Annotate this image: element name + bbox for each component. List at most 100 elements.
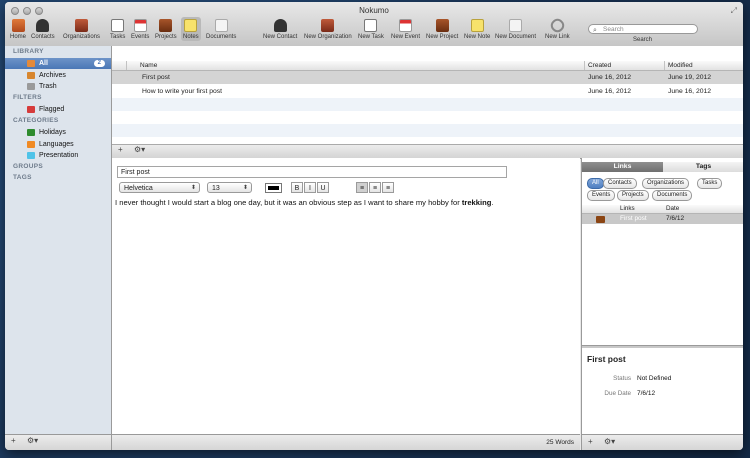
toolbar-label: New Note — [464, 34, 491, 40]
new-contact-icon — [273, 19, 287, 32]
due-date-value[interactable]: 7/6/12 — [637, 390, 655, 397]
add-link-icon[interactable]: + — [588, 437, 593, 446]
tags-heading[interactable]: TAGS — [13, 174, 32, 181]
trash-icon — [27, 83, 35, 90]
fullscreen-icon[interactable]: ⤢ — [731, 6, 737, 16]
note-created: June 16, 2012 — [588, 88, 632, 95]
empty-row — [112, 111, 743, 124]
new-note-icon — [470, 19, 484, 32]
toolbar-documents-button[interactable]: Documents — [206, 19, 236, 40]
link-date: 7/6/12 — [666, 215, 685, 222]
note-name: First post — [142, 74, 170, 81]
filter-projects[interactable]: Projects — [617, 190, 649, 201]
tab-tags[interactable]: Tags — [663, 162, 743, 172]
home-icon — [11, 19, 25, 32]
column-created[interactable]: Created — [588, 62, 611, 69]
toolbar-home-button[interactable]: Home — [10, 19, 26, 40]
filter-documents[interactable]: Documents — [652, 190, 693, 201]
categories-heading: CATEGORIES — [13, 117, 59, 124]
toolbar-tasks-button[interactable]: Tasks — [110, 19, 125, 40]
due-date-label: Due Date — [604, 390, 631, 397]
new-event-icon — [399, 19, 412, 32]
note-modified: June 16, 2012 — [668, 88, 712, 95]
sidebar-item-label: Presentation — [39, 152, 79, 159]
new-organization-icon — [321, 19, 335, 32]
all-notes-icon — [27, 60, 35, 67]
align-left-button[interactable]: ≡ — [356, 182, 368, 193]
status-value[interactable]: Not Defined — [637, 375, 671, 382]
filter-events[interactable]: Events — [587, 190, 616, 201]
filter-organizations[interactable]: Organizations — [642, 178, 690, 189]
toolbar-projects-button[interactable]: Projects — [155, 19, 177, 40]
app-window: Nokumo ⤢ Home Contacts Organizations Tas… — [5, 2, 743, 450]
links-table-header: Links Date — [582, 205, 743, 214]
note-title-field[interactable]: First post — [117, 166, 507, 178]
table-row[interactable]: First post June 16, 2012 June 19, 2012 — [112, 71, 743, 84]
sidebar-item-all[interactable]: All 2 — [5, 58, 111, 69]
gear-icon[interactable]: ⚙▾ — [604, 437, 615, 446]
sidebar-item-presentation[interactable]: Presentation — [5, 150, 111, 161]
tab-links[interactable]: Links — [582, 162, 663, 172]
underline-button[interactable]: U — [317, 182, 329, 193]
filter-tasks[interactable]: Tasks — [697, 178, 723, 189]
sidebar-item-archives[interactable]: Archives — [5, 70, 111, 81]
toolbar-organizations-button[interactable]: Organizations — [63, 19, 100, 40]
toolbar: Nokumo ⤢ Home Contacts Organizations Tas… — [5, 2, 743, 47]
toolbar-new-project-button[interactable]: New Project — [426, 19, 458, 40]
search-input[interactable]: ⌕ Search — [588, 24, 698, 34]
align-center-icon: ≡ — [372, 185, 378, 192]
note-body[interactable]: I never thought I would start a blog one… — [115, 198, 575, 207]
column-date[interactable]: Date — [666, 205, 679, 212]
inspector-panel: Links Tags All Contacts Organizations Ta… — [581, 158, 743, 434]
column-links[interactable]: Links — [620, 205, 635, 212]
italic-button[interactable]: I — [304, 182, 316, 193]
status-label: Status — [613, 375, 631, 382]
align-center-button[interactable]: ≡ — [369, 182, 381, 193]
add-icon[interactable]: + — [11, 436, 16, 445]
notes-list-footer: + ⚙▾ — [112, 144, 743, 159]
sidebar-item-flagged[interactable]: Flagged — [5, 104, 111, 115]
align-right-button[interactable]: ≡ — [382, 182, 394, 193]
tasks-icon — [111, 19, 125, 32]
sidebar-item-trash[interactable]: Trash — [5, 81, 111, 92]
column-modified[interactable]: Modified — [668, 62, 693, 69]
toolbar-new-note-button[interactable]: New Note — [464, 19, 490, 40]
font-select[interactable]: Helvetica ⬍ — [119, 182, 200, 193]
toolbar-new-task-button[interactable]: New Task — [358, 19, 384, 40]
organizations-icon — [75, 19, 89, 32]
window-title: Nokumo — [359, 6, 389, 15]
toolbar-events-button[interactable]: Events — [131, 19, 149, 40]
bold-button[interactable]: B — [291, 182, 303, 193]
documents-icon — [214, 19, 228, 32]
link-row[interactable]: First post 7/6/12 — [582, 214, 743, 224]
font-size-select[interactable]: 13 ⬍ — [207, 182, 252, 193]
text-color-well[interactable] — [265, 183, 282, 193]
category-color-swatch — [27, 129, 35, 136]
search-label: Search — [633, 37, 653, 43]
panel-divider[interactable] — [582, 345, 743, 348]
toolbar-label: New Project — [426, 34, 459, 40]
new-project-icon — [435, 19, 449, 32]
toolbar-new-link-button[interactable]: New Link — [545, 16, 570, 40]
toolbar-new-contact-button[interactable]: New Contact — [263, 19, 297, 40]
sidebar-item-languages[interactable]: Languages — [5, 139, 111, 150]
toolbar-new-document-button[interactable]: New Document — [495, 19, 536, 40]
toolbar-contacts-button[interactable]: Contacts — [31, 19, 55, 40]
table-row[interactable]: How to write your first post June 16, 20… — [112, 85, 743, 98]
add-note-icon[interactable]: + — [118, 145, 123, 154]
sidebar-item-holidays[interactable]: Holidays — [5, 127, 111, 138]
category-color-swatch — [27, 152, 35, 159]
toolbar-new-organization-button[interactable]: New Organization — [304, 19, 352, 40]
filter-all[interactable]: All — [587, 178, 604, 189]
column-name[interactable]: Name — [140, 62, 157, 69]
gear-icon[interactable]: ⚙▾ — [27, 436, 38, 445]
note-icon — [596, 216, 605, 223]
align-left-icon: ≡ — [359, 185, 365, 192]
filter-contacts[interactable]: Contacts — [603, 178, 637, 189]
groups-heading[interactable]: GROUPS — [13, 163, 43, 170]
toolbar-label: New Task — [358, 34, 384, 40]
sidebar-item-label: Holidays — [39, 129, 66, 136]
toolbar-new-event-button[interactable]: New Event — [391, 19, 420, 40]
toolbar-notes-button[interactable]: Notes — [181, 17, 201, 41]
gear-icon[interactable]: ⚙▾ — [134, 145, 145, 154]
